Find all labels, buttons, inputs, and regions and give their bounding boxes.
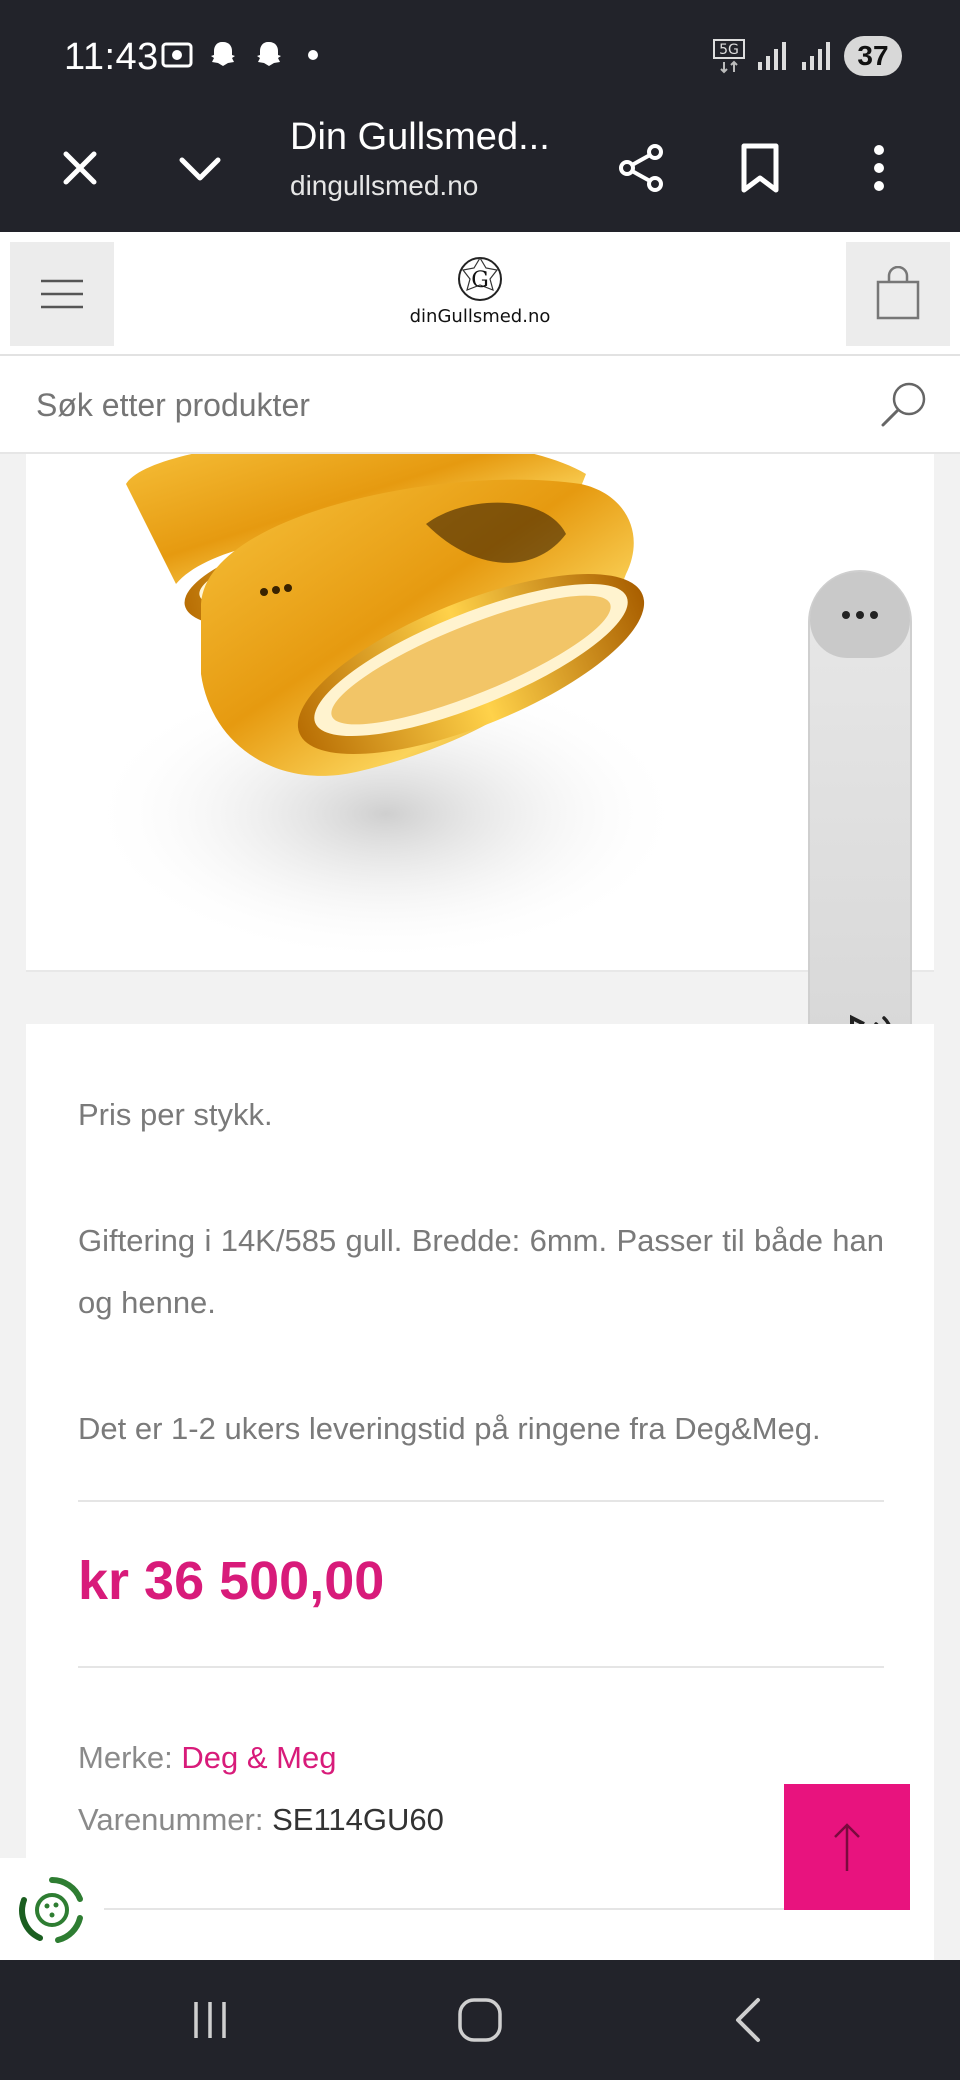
cookie-consent-button[interactable] [0, 1858, 104, 1962]
arrow-up-icon [834, 1823, 860, 1871]
more-vertical-icon [874, 145, 884, 191]
sku-value: SE114GU60 [272, 1802, 444, 1837]
recent-apps-button[interactable] [170, 1990, 250, 2050]
site-header: G dinGullsmed.no [0, 232, 960, 356]
product-image[interactable] [26, 454, 934, 972]
scroll-to-top-button[interactable] [784, 1784, 910, 1910]
brand-line: Merke: Deg & Meg [78, 1740, 336, 1776]
logo-text: dinGullsmed.no [409, 306, 551, 327]
more-options-button[interactable] [843, 132, 915, 204]
snapchat-icon [257, 42, 281, 66]
back-button[interactable] [708, 1990, 788, 2050]
screenshot-icon [161, 42, 193, 68]
chevron-down-icon [179, 157, 221, 181]
menu-button[interactable] [10, 242, 114, 346]
brand-link[interactable]: Deg & Meg [181, 1740, 336, 1775]
system-navigation-bar [0, 1960, 960, 2080]
description-delivery: Det er 1-2 ukers leveringstid på ringene… [78, 1411, 821, 1446]
hamburger-menu-icon [41, 279, 83, 309]
signal-icon [802, 42, 830, 70]
logo-monogram: G [471, 268, 489, 293]
cookie-settings-icon [19, 1876, 83, 1943]
5g-network-icon: 5G [713, 39, 745, 74]
description-details: Giftering i 14K/585 gull. Bredde: 6mm. P… [78, 1223, 884, 1320]
search-input[interactable] [36, 378, 856, 432]
search-icon [881, 382, 926, 427]
notification-icons [160, 38, 318, 72]
page-title: Din Gullsmed... [290, 116, 550, 158]
divider [78, 1500, 884, 1502]
bookmark-icon [741, 143, 779, 193]
home-button[interactable] [440, 1990, 520, 2050]
floating-side-panel[interactable] [808, 570, 912, 1094]
side-panel-handle[interactable] [810, 572, 910, 658]
cart-button[interactable] [846, 242, 950, 346]
share-button[interactable] [605, 132, 677, 204]
divider [78, 1908, 884, 1910]
close-tab-button[interactable] [44, 132, 116, 204]
back-icon [736, 1998, 760, 2042]
svg-text:5G: 5G [719, 42, 739, 58]
site-logo[interactable]: G dinGullsmed.no [410, 254, 550, 334]
shopping-bag-icon [876, 266, 920, 320]
more-horizontal-icon [842, 611, 878, 619]
notification-dot-icon [308, 50, 318, 60]
browser-toolbar: Din Gullsmed... dingullsmed.no [0, 110, 960, 232]
close-icon [63, 151, 97, 185]
share-icon [619, 144, 663, 192]
snapchat-icon [211, 42, 235, 66]
description-price-note: Pris per stykk. [78, 1097, 273, 1132]
signal-icon [758, 42, 786, 70]
sku-line: Varenummer: SE114GU60 [78, 1802, 444, 1838]
system-icons: 5G 37 [712, 36, 902, 76]
status-time: 11:43 [64, 36, 159, 78]
logo-emblem-icon: G [458, 256, 502, 301]
home-icon [458, 1998, 502, 2042]
bookmark-button[interactable] [724, 132, 796, 204]
recent-apps-icon [194, 2002, 226, 2038]
minimize-button[interactable] [164, 132, 236, 204]
product-price: kr 36 500,00 [78, 1551, 385, 1611]
sku-label: Varenummer: [78, 1802, 264, 1837]
battery-indicator: 37 [844, 36, 902, 76]
status-bar: 11:43 5G 37 [0, 0, 960, 110]
divider [78, 1666, 884, 1668]
brand-label: Merke: [78, 1740, 173, 1775]
gold-rings-image [26, 454, 934, 970]
search-button[interactable] [872, 372, 936, 436]
search-bar [0, 356, 960, 454]
page-url[interactable]: dingullsmed.no [290, 170, 478, 202]
screen: 11:43 5G 37 Din Gullsmed... dingullsmed.… [0, 0, 960, 2080]
